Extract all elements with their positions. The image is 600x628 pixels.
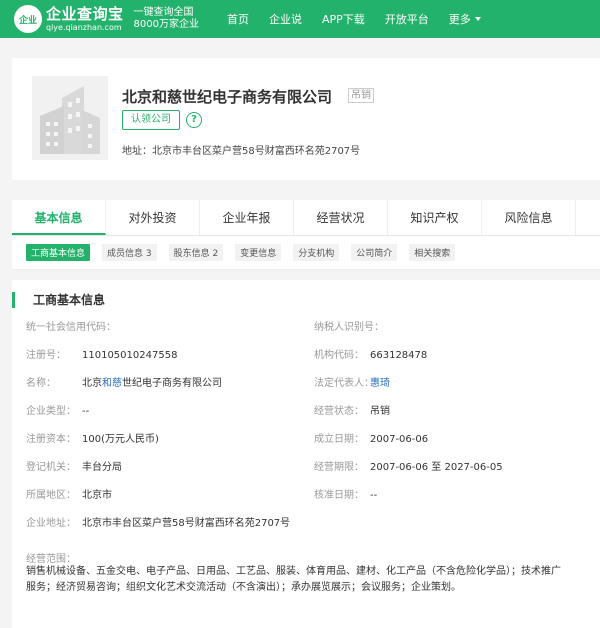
business-info-section: 工商基本信息 统一社会信用代码： 纳税人识别号： 注册号： 1101050102… (12, 280, 600, 628)
name-part-2: 世纪电子商务有限公司 (122, 378, 222, 389)
main-tabs: 基本信息 对外投资 企业年报 经营状况 知识产权 风险信息 (12, 200, 600, 236)
type-value: -- (82, 406, 90, 417)
founded-label: 成立日期： (314, 434, 364, 445)
credit-code-label: 统一社会信用代码： (26, 322, 116, 333)
nav-app-download[interactable]: APP下载 (322, 11, 365, 27)
info-row: 统一社会信用代码： 纳税人识别号： (12, 320, 600, 336)
logo-domain: qiye.qianzhan.com (46, 22, 122, 32)
op-status-value: 吊销 (370, 406, 390, 417)
approval-label: 核准日期： (314, 490, 364, 501)
authority-label: 登记机关： (26, 462, 76, 473)
address-value: 北京市丰台区菜户营58号财富西环名苑2707号 (152, 146, 361, 157)
scope-line-1: 销售机械设备、五金交电、电子产品、日用品、工艺品、服装、体育用品、建材、化工产品… (26, 566, 561, 577)
claim-company-button[interactable]: 认领公司 (122, 110, 180, 130)
term-value: 2007-06-06 至 2027-06-05 (370, 462, 503, 473)
help-icon[interactable]: ? (186, 112, 202, 128)
building-icon (32, 76, 108, 160)
main-nav: 首页 企业说 APP下载 开放平台 更多 (227, 11, 501, 27)
subtab-related-search[interactable]: 相关搜索 (409, 244, 456, 261)
nav-more[interactable]: 更多 (449, 11, 481, 27)
reg-no-value: 110105010247558 (82, 350, 178, 361)
sub-tabs: 工商基本信息 成员信息 3 股东信息 2 变更信息 分支机构 公司简介 相关搜索 (12, 236, 600, 270)
name-label: 名称： (26, 378, 56, 389)
tab-operations[interactable]: 经营状况 (294, 200, 388, 235)
reg-no-label: 注册号： (26, 350, 66, 361)
region-value: 北京市 (82, 490, 112, 501)
nav-enterprise-talk[interactable]: 企业说 (269, 11, 302, 27)
company-address-value: 北京市丰台区菜户营58号财富西环名苑2707号 (82, 518, 291, 529)
name-part-1: 北京 (82, 378, 102, 389)
nav-open-platform[interactable]: 开放平台 (385, 11, 429, 27)
org-code-value: 663128478 (370, 350, 428, 361)
info-row: 注册资本： 100(万元人民币) 成立日期： 2007-06-06 (12, 432, 600, 448)
nav-home[interactable]: 首页 (227, 11, 249, 27)
info-row: 所属地区： 北京市 核准日期： -- (12, 488, 600, 504)
company-title: 北京和慈世纪电子商务有限公司 (122, 88, 333, 106)
op-status-label: 经营状态： (314, 406, 364, 417)
subtab-profile[interactable]: 公司简介 (351, 244, 398, 261)
tab-annual-report[interactable]: 企业年报 (200, 200, 294, 235)
subtab-members[interactable]: 成员信息 3 (102, 244, 157, 261)
business-scope: 销售机械设备、五金交电、电子产品、日用品、工艺品、服装、体育用品、建材、化工产品… (26, 564, 600, 596)
info-row: 企业类型： -- 经营状态： 吊销 (12, 404, 600, 420)
capital-value: 100(万元人民币) (82, 434, 159, 445)
slogan: 一键查询全国 8000万家企业 (134, 7, 199, 31)
term-label: 经营期限： (314, 462, 364, 473)
founded-value: 2007-06-06 (370, 434, 429, 445)
top-navigation-bar: 企业 企业查询宝 qiye.qianzhan.com 一键查询全国 8000万家… (0, 0, 600, 38)
nav-more-label: 更多 (448, 13, 471, 26)
info-row: 企业地址： 北京市丰台区菜户营58号财富西环名苑2707号 (12, 516, 600, 532)
logo-name: 企业查询宝 (46, 4, 124, 23)
tab-ip[interactable]: 知识产权 (388, 200, 482, 235)
org-code-label: 机构代码： (314, 350, 364, 361)
info-row: 注册号： 110105010247558 机构代码： 663128478 (12, 348, 600, 364)
tab-basic-info[interactable]: 基本信息 (12, 200, 106, 235)
tab-risk[interactable]: 风险信息 (482, 200, 576, 235)
authority-value: 丰台分局 (82, 462, 122, 473)
subtab-branches[interactable]: 分支机构 (293, 244, 340, 261)
subtab-changes[interactable]: 变更信息 (235, 244, 282, 261)
slogan-line-2: 8000万家企业 (133, 19, 199, 30)
site-logo[interactable]: 企业 企业查询宝 qiye.qianzhan.com (14, 5, 124, 33)
subtab-shareholders[interactable]: 股东信息 2 (168, 244, 224, 261)
logo-text: 企业查询宝 qiye.qianzhan.com (46, 4, 124, 32)
logo-badge: 企业 (14, 5, 42, 33)
taxpayer-label: 纳税人识别号： (314, 322, 384, 333)
legal-rep-label: 法定代表人： (314, 378, 374, 389)
name-highlight-link[interactable]: 和慈 (102, 378, 122, 389)
legal-rep-link[interactable]: 惠琦 (370, 376, 390, 392)
company-card: 北京和慈世纪电子商务有限公司 吊销 认领公司 ? 地址：北京市丰台区菜户营58号… (12, 58, 600, 180)
section-title: 工商基本信息 (12, 292, 105, 308)
status-badge: 吊销 (348, 88, 374, 103)
approval-value: -- (370, 490, 378, 501)
chevron-down-icon (474, 17, 481, 21)
name-value: 北京和慈世纪电子商务有限公司 (82, 376, 222, 392)
info-row: 名称： 北京和慈世纪电子商务有限公司 法定代表人： 惠琦 (12, 376, 600, 392)
region-label: 所属地区： (26, 490, 76, 501)
scope-label: 经营范围： (26, 554, 76, 565)
tab-investment[interactable]: 对外投资 (106, 200, 200, 235)
slogan-line-1: 一键查询全国 (133, 7, 194, 18)
info-row: 登记机关： 丰台分局 经营期限： 2007-06-06 至 2027-06-05 (12, 460, 600, 476)
type-label: 企业类型： (26, 406, 76, 417)
address-label: 地址： (122, 146, 152, 157)
subtab-business-info[interactable]: 工商基本信息 (26, 244, 91, 261)
company-address: 地址：北京市丰台区菜户营58号财富西环名苑2707号 (122, 142, 360, 157)
company-address-label: 企业地址： (26, 518, 76, 529)
scope-line-2: 服务；经济贸易咨询；组织文化艺术交流活动（不含演出）；承办展览展示；会议服务；企… (26, 582, 461, 593)
capital-label: 注册资本： (26, 434, 76, 445)
